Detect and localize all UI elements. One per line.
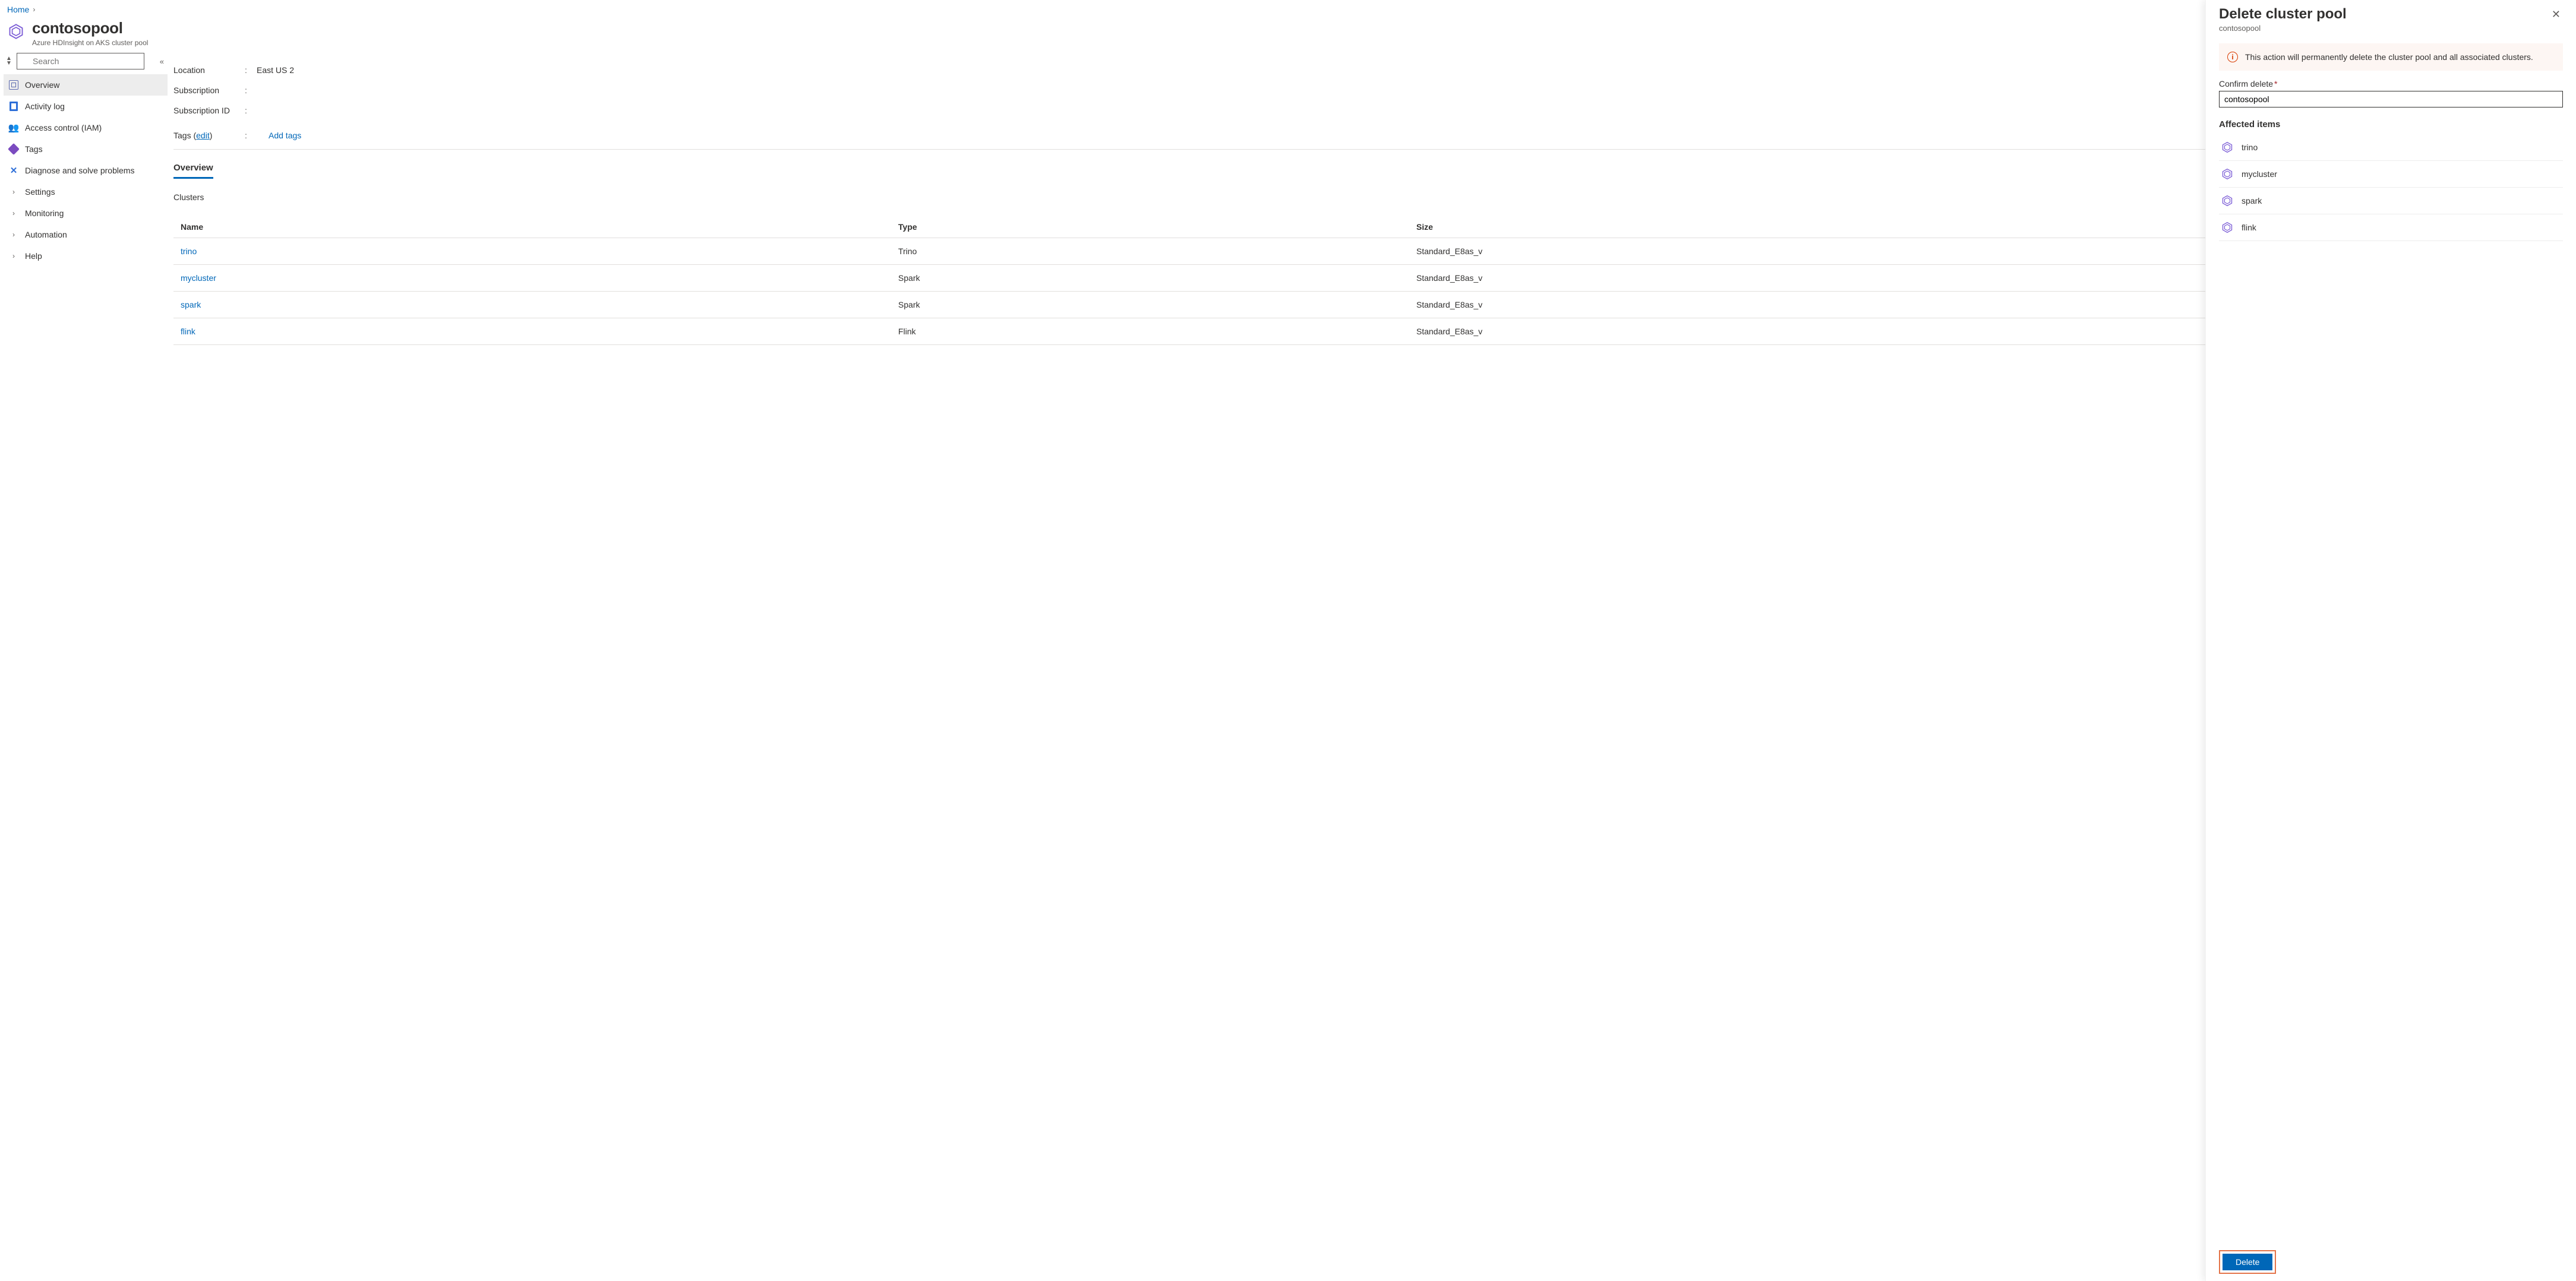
tags-edit-link[interactable]: edit [196,131,210,140]
sidebar-search-input[interactable] [17,53,144,69]
sidebar-item-access-control-iam-[interactable]: 👥 Access control (IAM) [4,117,168,138]
col-name[interactable]: Name [173,216,891,238]
affected-item-name: flink [2242,223,2256,232]
cluster-name-link[interactable]: trino [181,246,197,256]
required-asterisk-icon: * [2274,79,2277,88]
warning-text: This action will permanently delete the … [2245,52,2533,62]
affected-item: mycluster [2219,161,2563,188]
delete-panel: Delete cluster pool contosopool ✕ i This… [2205,0,2576,1281]
affected-item: spark [2219,188,2563,214]
delete-button[interactable]: Delete [2223,1254,2272,1270]
tags-label: Tags [173,131,191,140]
sidebar-item-monitoring[interactable]: › Monitoring [4,203,168,224]
sidebar-item-label: Activity log [25,102,65,111]
sidebar-item-automation[interactable]: › Automation [4,224,168,245]
sidebar-item-help[interactable]: › Help [4,245,168,267]
overview-icon [8,80,19,90]
cluster-name-link[interactable]: spark [181,300,201,309]
page-header: contosopool Azure HDInsight on AKS clust… [0,15,2576,48]
panel-subtitle: contosopool [2219,24,2549,33]
delete-button-highlight: Delete [2219,1250,2276,1274]
cluster-icon [2221,141,2233,153]
subscription-label: Subscription [173,86,245,95]
resource-icon [4,19,29,44]
resource-type-label: Azure HDInsight on AKS cluster pool [32,39,2513,47]
affected-item-name: trino [2242,143,2258,152]
cluster-icon [2221,195,2233,207]
chev-icon: › [8,209,19,217]
sidebar-item-label: Automation [25,230,67,239]
cluster-type-value: Spark [891,265,1409,292]
page-title: contosopool [32,19,2513,37]
affected-item-name: mycluster [2242,169,2277,179]
chev-icon: › [8,230,19,239]
sidebar-item-label: Access control (IAM) [25,123,102,132]
confirm-delete-input[interactable] [2219,91,2563,107]
chev-icon: › [8,188,19,196]
sidebar-item-label: Overview [25,80,59,90]
sidebar-item-label: Settings [25,187,55,197]
subscription-id-label: Subscription ID [173,106,245,115]
iam-icon: 👥 [8,122,19,133]
breadcrumb: Home › [0,0,2576,15]
expand-collapse-icon[interactable]: ▲▼ [5,56,13,66]
cluster-type-value: Trino [891,238,1409,265]
warning-banner: i This action will permanently delete th… [2219,43,2563,71]
location-value: East US 2 [257,65,294,75]
affected-item-name: spark [2242,196,2262,205]
tab-overview[interactable]: Overview [173,159,213,179]
sidebar-item-activity-log[interactable]: Activity log [4,96,168,117]
cluster-type-value: Spark [891,292,1409,318]
add-tags-link[interactable]: Add tags [269,131,301,140]
tags-icon [8,145,19,153]
sidebar-item-diagnose-and-solve-problems[interactable]: ✕ Diagnose and solve problems [4,160,168,181]
confirm-delete-label: Confirm delete [2219,79,2273,88]
log-icon [8,102,19,111]
sidebar-item-label: Help [25,251,42,261]
cluster-type-value: Flink [891,318,1409,345]
sidebar-item-label: Diagnose and solve problems [25,166,134,175]
affected-items-heading: Affected items [2219,119,2563,129]
chev-icon: › [8,252,19,260]
sidebar-item-overview[interactable]: Overview [4,74,168,96]
col-type[interactable]: Type [891,216,1409,238]
sidebar-item-label: Tags [25,144,43,154]
sidebar-item-settings[interactable]: › Settings [4,181,168,203]
cluster-name-link[interactable]: mycluster [181,273,216,283]
affected-item: flink [2219,214,2563,241]
info-warning-icon: i [2227,52,2238,62]
cluster-icon [2221,168,2233,180]
sidebar-item-tags[interactable]: Tags [4,138,168,160]
close-icon[interactable]: ✕ [2549,6,2563,23]
sidebar-item-label: Monitoring [25,208,64,218]
collapse-sidebar-icon[interactable]: « [157,57,166,66]
breadcrumb-home-link[interactable]: Home [7,5,29,14]
cluster-name-link[interactable]: flink [181,327,195,336]
sidebar: ▲▼ 🔍 « OverviewActivity log👥Access contr… [0,48,171,1281]
cluster-icon [2221,222,2233,233]
affected-item: trino [2219,134,2563,161]
diag-icon: ✕ [8,165,19,176]
panel-title: Delete cluster pool [2219,6,2549,23]
chevron-right-icon: › [33,5,35,14]
location-label: Location [173,65,245,75]
